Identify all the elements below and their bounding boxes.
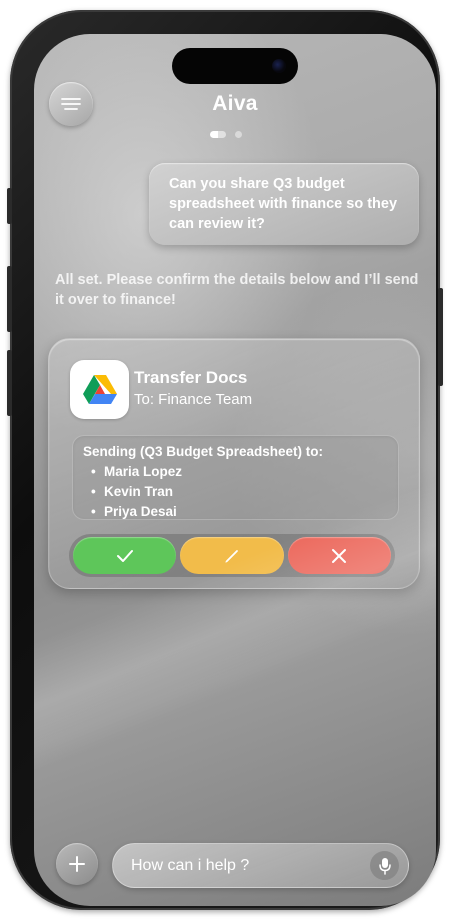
list-item: Kevin Tran (91, 482, 388, 502)
action-button (7, 188, 12, 224)
pencil-icon (225, 549, 238, 563)
phone-frame: Aiva Can you share Q3 budget spreadsheet… (7, 10, 443, 910)
message-input[interactable] (131, 844, 351, 887)
action-card: Transfer Docs To: Finance Team Sending (… (48, 338, 420, 589)
recipient-list: Maria Lopez Kevin Tran Priya Desai (83, 462, 388, 522)
action-buttons (69, 534, 395, 577)
close-icon (332, 548, 347, 563)
volume-down-button (7, 350, 12, 416)
recipient-label: To: Finance Team (134, 391, 253, 408)
microphone-icon (378, 857, 391, 875)
plus-icon (69, 856, 85, 872)
checkmark-icon (116, 549, 133, 562)
camera-icon (272, 59, 286, 73)
google-drive-icon (82, 374, 117, 404)
cancel-button[interactable] (287, 537, 391, 574)
page-indicator[interactable] (210, 131, 242, 138)
message-composer (112, 843, 409, 888)
dynamic-island (172, 48, 298, 84)
list-item: Maria Lopez (91, 462, 388, 482)
power-button (438, 288, 443, 386)
add-button[interactable] (56, 843, 98, 885)
app-title: Aiva (212, 92, 258, 115)
confirm-button[interactable] (73, 537, 177, 574)
assistant-message: All set. Please confirm the details belo… (55, 272, 419, 308)
app-icon (70, 360, 129, 419)
card-title: Transfer Docs (134, 368, 248, 387)
page-dot[interactable] (235, 131, 242, 138)
user-message-bubble: Can you share Q3 budget spreadsheet with… (149, 163, 419, 245)
microphone-button[interactable] (370, 851, 399, 880)
transfer-details: Sending (Q3 Budget Spreadsheet) to: Mari… (72, 435, 399, 522)
screen: Aiva Can you share Q3 budget spreadsheet… (34, 34, 436, 906)
edit-button[interactable] (180, 537, 284, 574)
page-dot-active[interactable] (210, 131, 226, 138)
details-heading: Sending (Q3 Budget Spreadsheet) to: (83, 444, 324, 459)
list-item: Priya Desai (91, 502, 388, 522)
volume-up-button (7, 266, 12, 332)
